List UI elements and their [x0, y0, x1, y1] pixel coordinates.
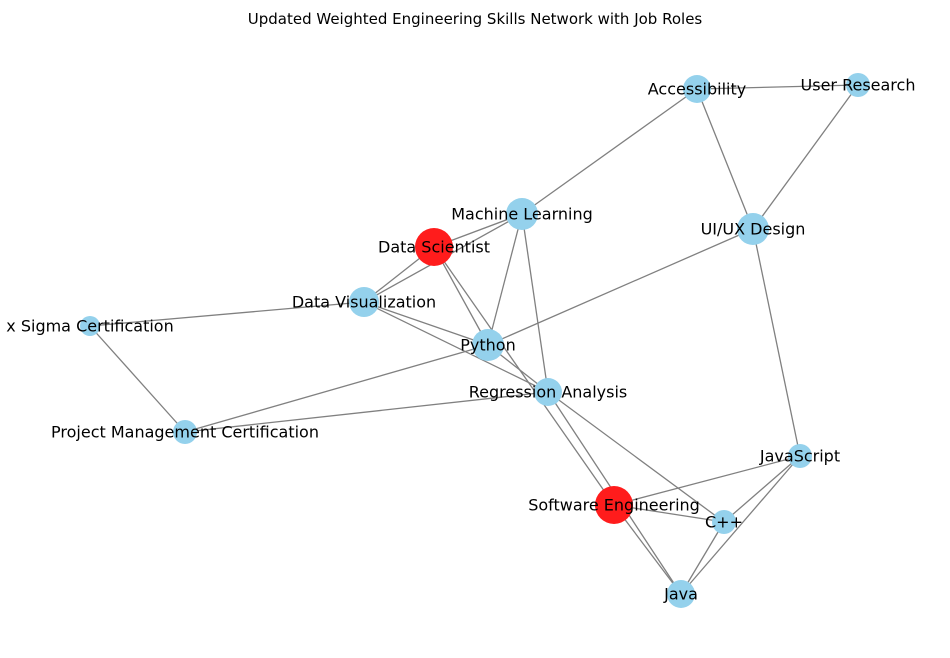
node-label-six-sigma: x Sigma Certification: [6, 317, 173, 336]
node-label-ui-ux: UI/UX Design: [701, 220, 806, 239]
node-label-javascript: JavaScript: [759, 447, 840, 466]
skills-network-graph: Updated Weighted Engineering Skills Netw…: [6, 10, 915, 608]
node-label-java: Java: [663, 585, 698, 604]
node-label-accessibility: Accessibility: [648, 80, 746, 99]
node-label-data-scientist: Data Scientist: [378, 238, 490, 257]
node-label-data-viz: Data Visualization: [292, 293, 436, 312]
node-label-user-research: User Research: [801, 76, 916, 95]
edge-user_research-ui_ux: [752, 84, 859, 230]
node-label-python: Python: [460, 336, 515, 355]
edge-data_viz-regression: [363, 301, 549, 393]
edge-ui_ux-python: [487, 228, 754, 346]
edge-machine_learning-regression: [521, 213, 549, 393]
edge-accessibility-ui_ux: [696, 88, 754, 230]
node-label-pm-cert: Project Management Certification: [51, 423, 319, 442]
labels-layer: Accessibility User Research Machine Learni…: [6, 76, 915, 604]
edge-six_sigma-pm_cert: [89, 325, 186, 433]
graph-title: Updated Weighted Engineering Skills Netw…: [248, 10, 703, 28]
node-label-cpp: C++: [705, 513, 743, 532]
edge-pm_cert-python: [184, 344, 489, 433]
edge-accessibility-machine_learning: [521, 88, 698, 215]
node-label-regression: Regression Analysis: [469, 383, 628, 402]
node-label-machine-learning: Machine Learning: [451, 205, 593, 224]
edge-machine_learning-python: [487, 213, 523, 346]
node-label-software-eng: Software Engineering: [528, 496, 700, 515]
edge-ui_ux-javascript: [752, 228, 801, 457]
edge-data_scientist-software_eng: [433, 246, 615, 506]
